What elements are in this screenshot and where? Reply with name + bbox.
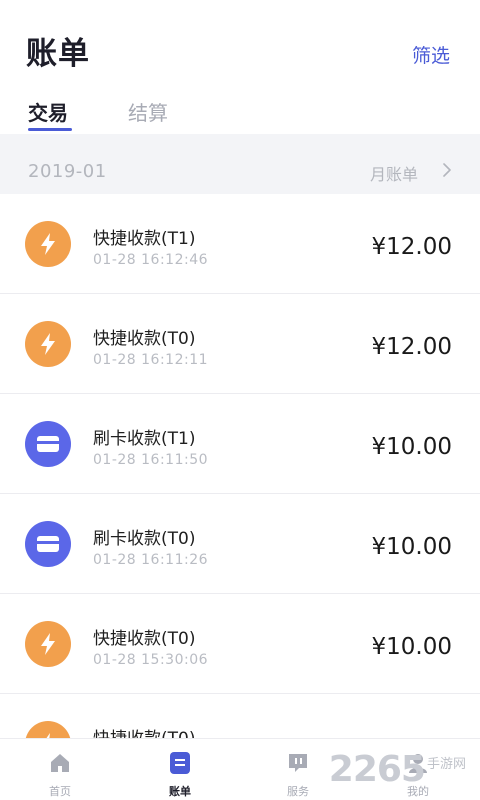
page-title: 账单 [26, 36, 90, 72]
transaction-amount: ¥10.00 [371, 534, 452, 560]
lightning-icon [25, 221, 71, 267]
filter-button[interactable]: 筛选 [412, 41, 450, 68]
monthly-bill-link[interactable]: 月账单 [370, 161, 418, 185]
transaction-row[interactable]: 刷卡收款(T1) 01-28 16:11:50 ¥10.00 [0, 394, 480, 494]
transaction-amount: ¥10.00 [371, 434, 452, 460]
transaction-name: 刷卡收款(T1) [93, 429, 196, 449]
transaction-row[interactable]: 刷卡收款(T0) 01-28 16:11:26 ¥10.00 [0, 494, 480, 594]
transaction-row[interactable]: 快捷收款(T0) 01-28 16:12:11 ¥12.00 [0, 294, 480, 394]
chevron-right-icon[interactable] [440, 163, 454, 177]
transaction-name: 快捷收款(T0) [93, 629, 196, 649]
home-icon [51, 754, 69, 772]
transaction-time: 01-28 16:11:50 [93, 452, 209, 468]
header: 账单 筛选 [0, 0, 480, 90]
tab-bar-top: 交易 结算 [0, 92, 480, 134]
tabbar-item-service[interactable]: 服务 [258, 739, 338, 800]
transaction-amount: ¥12.00 [371, 234, 452, 260]
tabbar-item-home[interactable]: 首页 [20, 739, 100, 800]
tabbar-label: 首页 [49, 785, 71, 798]
tabbar-label: 账单 [169, 785, 191, 798]
active-tab-indicator [28, 128, 72, 131]
bill-icon [170, 752, 190, 774]
tabbar-label: 服务 [287, 785, 309, 798]
tab-transactions[interactable]: 交易 [28, 97, 68, 126]
watermark-text: 手游网 [426, 756, 466, 772]
transaction-name: 快捷收款(T0) [93, 329, 196, 349]
transaction-time: 01-28 15:30:06 [93, 652, 209, 668]
month-header: 2019-01 月账单 [0, 134, 480, 194]
transaction-name: 刷卡收款(T0) [93, 529, 196, 549]
month-label: 2019-01 [28, 161, 107, 182]
watermark-logo: 2265 手游网 [329, 744, 466, 794]
transaction-time: 01-28 16:12:46 [93, 252, 209, 268]
transaction-time: 01-28 16:12:11 [93, 352, 209, 368]
transaction-row[interactable]: 快捷收款(T0) 01-28 15:30:06 ¥10.00 [0, 594, 480, 694]
card-icon [25, 421, 71, 467]
transaction-amount: ¥12.00 [371, 334, 452, 360]
transaction-amount: ¥10.00 [371, 634, 452, 660]
transaction-name: 快捷收款(T1) [93, 229, 196, 249]
tabbar-item-bill[interactable]: 账单 [140, 739, 220, 800]
card-icon [25, 521, 71, 567]
transaction-row[interactable]: 快捷收款(T1) 01-28 16:12:46 ¥12.00 [0, 194, 480, 294]
lightning-icon [25, 321, 71, 367]
tab-settlement[interactable]: 结算 [128, 97, 168, 126]
lightning-icon [25, 621, 71, 667]
service-icon [289, 754, 307, 772]
watermark-number: 2265 [328, 748, 426, 790]
transaction-time: 01-28 16:11:26 [93, 552, 209, 568]
